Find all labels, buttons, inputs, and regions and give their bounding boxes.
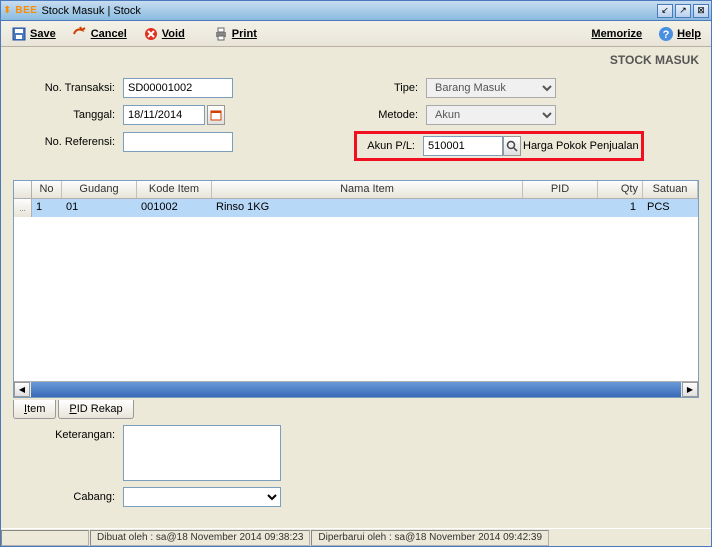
save-label: Save bbox=[30, 28, 56, 40]
print-label: Print bbox=[232, 28, 257, 40]
close-window-icon[interactable]: ⊠ bbox=[693, 4, 709, 18]
scroll-left-icon[interactable]: ◀ bbox=[14, 382, 30, 397]
col-no-header[interactable]: No bbox=[32, 181, 62, 198]
scroll-right-icon[interactable]: ▶ bbox=[682, 382, 698, 397]
col-pid-header[interactable]: PID bbox=[523, 181, 598, 198]
minimize-window-icon[interactable]: ↙ bbox=[657, 4, 673, 18]
horizontal-scrollbar[interactable]: ◀ ▶ bbox=[14, 381, 698, 397]
akun-pl-description: Harga Pokok Penjualan bbox=[521, 140, 639, 152]
memorize-label: Memorize bbox=[591, 28, 642, 40]
no-referensi-label: No. Referensi: bbox=[13, 136, 123, 148]
void-button[interactable]: Void bbox=[139, 24, 189, 44]
items-table: No Gudang Kode Item Nama Item PID Qty Sa… bbox=[13, 180, 699, 398]
help-button[interactable]: ? Help bbox=[654, 24, 705, 44]
metode-label: Metode: bbox=[356, 109, 426, 121]
metode-select[interactable]: Akun bbox=[426, 105, 556, 125]
cell-no: 1 bbox=[32, 199, 62, 217]
col-nama-header[interactable]: Nama Item bbox=[212, 181, 523, 198]
akun-pl-label: Akun P/L: bbox=[359, 140, 423, 152]
void-label: Void bbox=[162, 28, 185, 40]
col-gudang-header[interactable]: Gudang bbox=[62, 181, 137, 198]
print-button[interactable]: Print bbox=[209, 24, 261, 44]
void-icon bbox=[143, 26, 159, 42]
app-logo: BEE bbox=[15, 5, 37, 16]
cabang-select[interactable] bbox=[123, 487, 281, 507]
no-transaksi-input[interactable] bbox=[123, 78, 233, 98]
help-label: Help bbox=[677, 28, 701, 40]
save-button[interactable]: Save bbox=[7, 24, 60, 44]
svg-text:?: ? bbox=[663, 29, 670, 41]
cell-nama: Rinso 1KG bbox=[212, 199, 523, 217]
cancel-button[interactable]: Cancel bbox=[68, 24, 131, 44]
cell-gudang: 01 bbox=[62, 199, 137, 217]
titlebar: ⬍ BEE Stock Masuk | Stock ↙ ↗ ⊠ bbox=[1, 1, 711, 21]
maximize-window-icon[interactable]: ↗ bbox=[675, 4, 691, 18]
statusbar: Dibuat oleh : sa@18 November 2014 09:38:… bbox=[1, 528, 711, 546]
memorize-button[interactable]: Memorize bbox=[587, 24, 646, 44]
row-header-button bbox=[14, 181, 32, 198]
tanggal-label: Tanggal: bbox=[13, 109, 123, 121]
status-created: Dibuat oleh : sa@18 November 2014 09:38:… bbox=[90, 530, 310, 546]
status-updated: Diperbarui oleh : sa@18 November 2014 09… bbox=[311, 530, 549, 546]
no-referensi-input[interactable] bbox=[123, 132, 233, 152]
table-row[interactable]: ... 1 01 001002 Rinso 1KG 1 PCS bbox=[14, 199, 698, 217]
col-satuan-header[interactable]: Satuan bbox=[643, 181, 698, 198]
scroll-track[interactable] bbox=[31, 382, 681, 397]
row-selector[interactable]: ... bbox=[14, 199, 32, 217]
keterangan-label: Keterangan: bbox=[13, 425, 123, 481]
window-title: Stock Masuk | Stock bbox=[41, 5, 140, 17]
col-qty-header[interactable]: Qty bbox=[598, 181, 643, 198]
no-transaksi-label: No. Transaksi: bbox=[13, 82, 123, 94]
lookup-icon[interactable] bbox=[503, 136, 521, 156]
toolbar: Save Cancel Void Print bbox=[1, 21, 711, 47]
status-left bbox=[1, 530, 89, 546]
calendar-icon[interactable] bbox=[207, 105, 225, 125]
print-icon bbox=[213, 26, 229, 42]
cabang-label: Cabang: bbox=[13, 491, 123, 503]
page-title: STOCK MASUK bbox=[1, 47, 711, 71]
cell-pid bbox=[523, 199, 598, 217]
logo-arrow: ⬍ bbox=[3, 5, 11, 16]
cell-qty: 1 bbox=[598, 199, 643, 217]
save-icon bbox=[11, 26, 27, 42]
tipe-label: Tipe: bbox=[356, 82, 426, 94]
help-icon: ? bbox=[658, 26, 674, 42]
tipe-select[interactable]: Barang Masuk bbox=[426, 78, 556, 98]
cell-satuan: PCS bbox=[643, 199, 698, 217]
akun-pl-highlight: Akun P/L: Harga Pokok Penjualan bbox=[354, 131, 644, 161]
cell-kode: 001002 bbox=[137, 199, 212, 217]
tanggal-input[interactable] bbox=[123, 105, 205, 125]
keterangan-input[interactable] bbox=[123, 425, 281, 481]
tab-item[interactable]: Item bbox=[13, 400, 56, 419]
col-kode-header[interactable]: Kode Item bbox=[137, 181, 212, 198]
cancel-label: Cancel bbox=[91, 28, 127, 40]
akun-pl-input[interactable] bbox=[423, 136, 503, 156]
cancel-icon bbox=[72, 26, 88, 42]
tab-pid-rekap[interactable]: PID Rekap bbox=[58, 400, 133, 419]
